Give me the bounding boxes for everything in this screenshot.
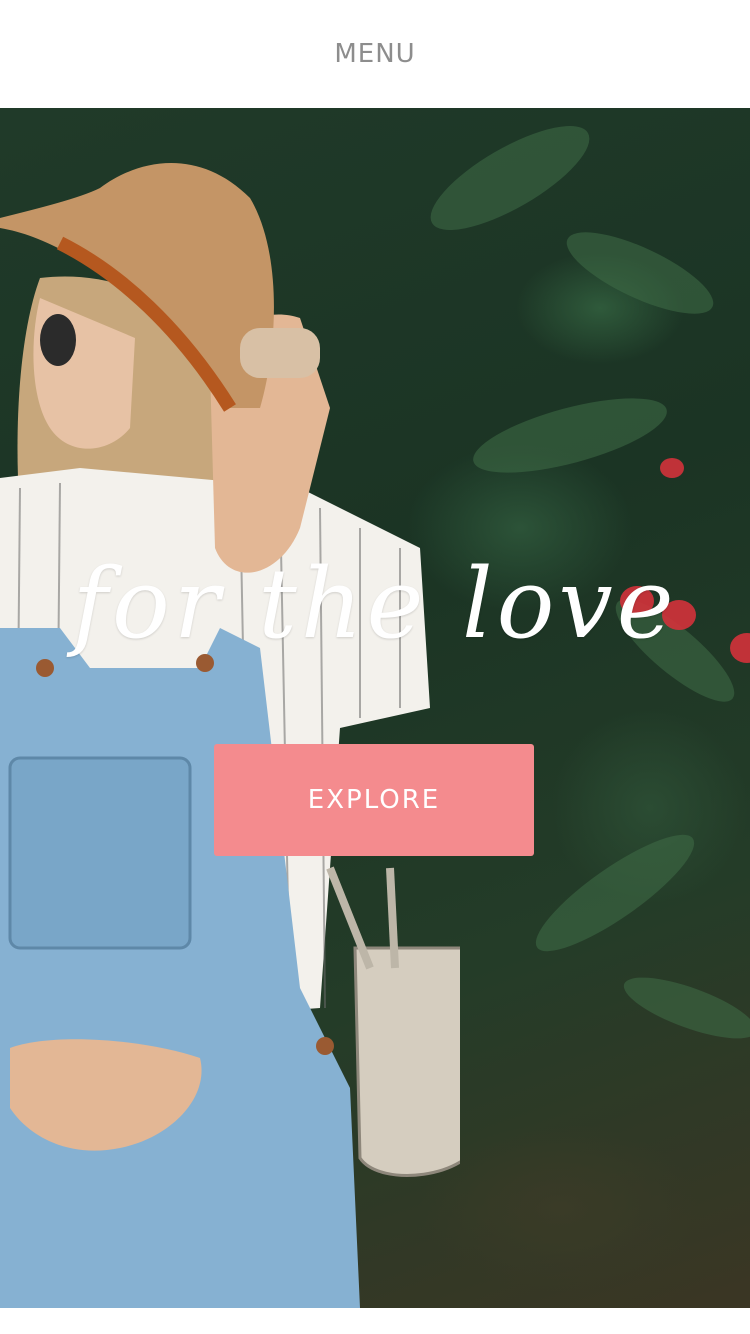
hero-tagline: for the love — [72, 548, 678, 660]
menu-button[interactable]: MENU — [314, 29, 435, 79]
hero-section: for the love EXPLORE — [0, 108, 750, 1308]
page-bottom-strip — [0, 1308, 750, 1334]
top-navigation-bar: MENU — [0, 0, 750, 108]
foliage-shape — [522, 818, 708, 968]
explore-button[interactable]: EXPLORE — [214, 744, 534, 856]
red-flower — [660, 458, 684, 478]
foliage-shape — [556, 216, 724, 330]
foliage-shape — [466, 383, 674, 488]
foliage-shape — [617, 965, 750, 1051]
model-illustration — [0, 163, 460, 1308]
